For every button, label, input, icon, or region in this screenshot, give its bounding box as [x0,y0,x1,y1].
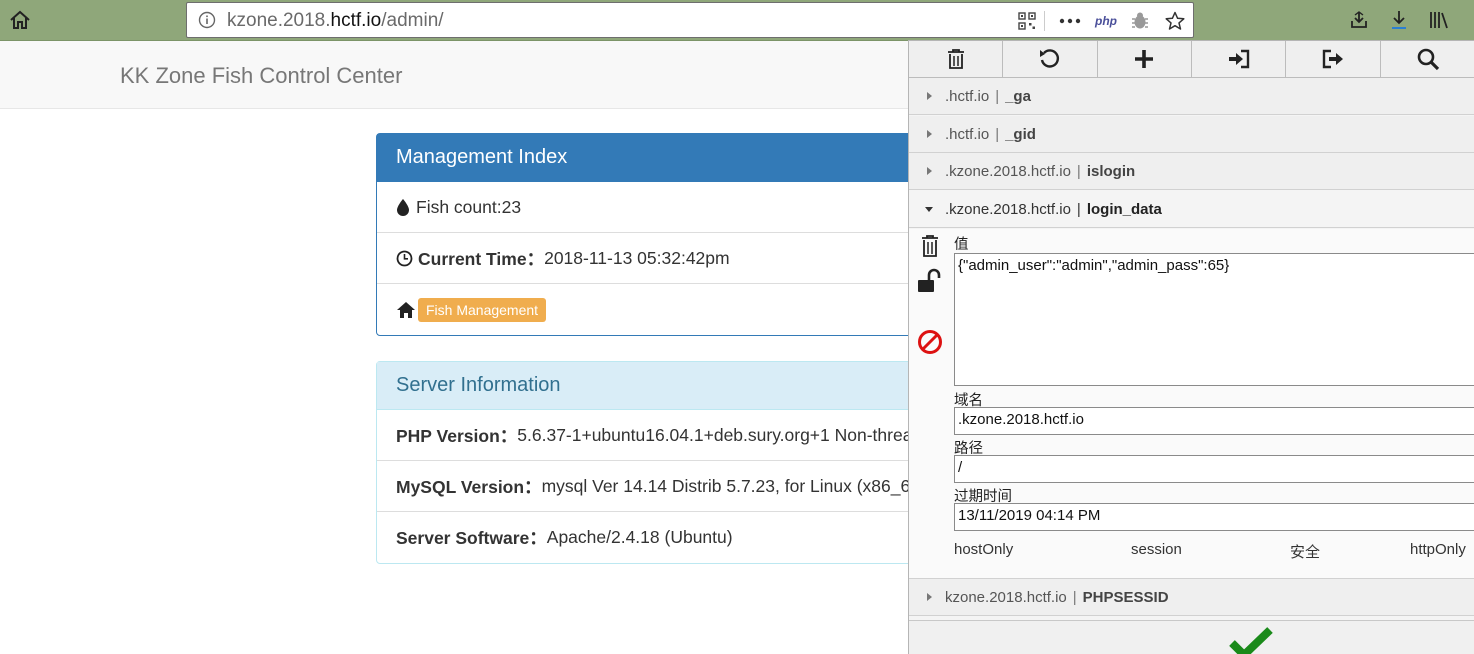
server-software-row: Server Software： Apache/2.4.18 (Ubuntu) [377,512,975,563]
save-button[interactable] [1229,626,1273,654]
cookie-name: _gid [1005,125,1036,143]
download-icon[interactable] [1386,8,1412,32]
more-icon[interactable] [1058,10,1082,32]
add-cookie-button[interactable] [1098,41,1193,77]
cookie-separator: | [995,87,1000,105]
cookie-item[interactable]: .kzone.2018.hctf.io | islogin [909,153,1474,190]
fish-management-row: Fish Management [377,284,975,335]
site-brand[interactable]: KK Zone Fish Control Center [120,63,402,89]
mysql-version-value: mysql Ver 14.14 Distrib 5.7.23, for Linu… [541,475,920,496]
search-button[interactable] [1381,41,1474,77]
clock-icon [396,250,413,267]
caret-right-icon [927,593,932,601]
cookie-editor-toolbar [909,41,1474,78]
plus-icon [1134,49,1154,69]
php-version-row: PHP Version： 5.6.37-1+ubuntu16.04.1+deb.… [377,410,975,461]
cookie-detail: 值 {"admin_user":"admin","admin_pass":65}… [909,229,1474,579]
cookie-item[interactable]: .hctf.io | _gid [909,116,1474,153]
screen: kzone.2018.hctf.io/admin/ php KK Zone Fi… [0,0,1474,654]
caret-right-icon [927,130,932,138]
star-icon[interactable] [1163,10,1187,32]
unlock-icon[interactable] [917,267,943,295]
reset-button[interactable] [1003,41,1098,77]
cookie-item[interactable]: .hctf.io | _ga [909,78,1474,115]
current-time-row: Current Time： 2018-11-13 05:32:42pm [377,233,975,284]
import-button[interactable] [1192,41,1287,77]
library-icon[interactable] [1426,8,1452,32]
search-icon [1416,47,1440,71]
cookie-separator: | [1076,200,1081,218]
httponly-checkbox[interactable]: httpOnly [1410,541,1466,558]
url-path: /admin/ [381,10,444,31]
block-icon[interactable] [917,328,943,356]
server-info-panel: Server Information PHP Version： 5.6.37-1… [376,361,976,564]
cookie-domain: .kzone.2018.hctf.io [945,162,1071,180]
php-version-label: PHP Version： [396,425,518,446]
house-icon [396,301,416,319]
fish-count: Fish count:23 [416,196,522,217]
address-bar[interactable]: kzone.2018.hctf.io/admin/ php [186,2,1194,38]
info-icon[interactable] [198,11,216,29]
value-label: 值 [954,237,969,253]
export-icon [1321,49,1345,69]
delete-all-button[interactable] [909,41,1004,77]
cookie-name: islogin [1086,162,1136,180]
server-software-label: Server Software： [396,528,547,548]
cookie-editor-footer [909,620,1474,654]
cookie-name: PHPSESSID [1082,588,1169,606]
cookie-name: login_data [1086,200,1162,218]
value-textarea[interactable]: {"admin_user":"admin","admin_pass":65} [954,253,1474,386]
cookie-editor-popup: .hctf.io | _ga .hctf.io | _gid .kzone.2018.h… [908,40,1474,654]
php-version-value: 5.6.37-1+ubuntu16.04.1+deb.sury.org+1 No… [517,424,923,445]
export-button[interactable] [1286,41,1381,77]
cookie-item-expanded[interactable]: .kzone.2018.hctf.io | login_data [909,191,1474,228]
server-software-value: Apache/2.4.18 (Ubuntu) [546,527,733,547]
cookie-separator: | [1076,162,1081,180]
caret-down-icon [925,207,933,212]
domain-input[interactable]: .kzone.2018.hctf.io [954,407,1474,435]
cookie-item[interactable]: kzone.2018.hctf.io | PHPSESSID [909,579,1474,616]
management-panel-title: Management Index [377,134,975,182]
cookie-domain: kzone.2018.hctf.io [945,588,1067,606]
undo-icon [1038,48,1062,70]
trash-icon [946,48,966,70]
url-separator [1044,11,1045,31]
url-text[interactable]: kzone.2018.hctf.io/admin/ [227,10,444,32]
cookie-domain: .hctf.io [945,87,990,105]
bug-icon[interactable] [1128,10,1152,32]
cookie-name: _ga [1005,87,1031,105]
home-icon[interactable] [6,6,34,34]
hostonly-checkbox[interactable]: hostOnly [954,541,1013,558]
caret-right-icon [927,167,932,175]
management-panel: Management Index Fish count:23 Current T… [376,133,976,336]
mysql-version-row: MySQL Version： mysql Ver 14.14 Distrib 5… [377,461,975,512]
fish-count-row: Fish count:23 [377,182,975,233]
current-time-value: 2018-11-13 05:32:42pm [544,247,730,268]
cookie-domain: .hctf.io [945,125,990,143]
delete-cookie-icon[interactable] [917,232,943,260]
expires-input[interactable]: 13/11/2019 04:14 PM [954,503,1474,531]
browser-toolbar: kzone.2018.hctf.io/admin/ php [0,0,1474,41]
download-up-icon[interactable] [1346,8,1372,32]
import-icon [1227,49,1251,69]
server-info-title: Server Information [377,362,975,410]
caret-right-icon [927,92,932,100]
url-domain: hctf.io [330,10,382,31]
droplet-icon [396,198,410,216]
url-prefix: kzone.2018. [227,10,331,31]
session-checkbox[interactable]: session [1131,541,1182,558]
secure-checkbox[interactable]: 安全 [1290,541,1320,562]
cookie-domain: .kzone.2018.hctf.io [945,200,1071,218]
php-icon[interactable]: php [1093,10,1119,32]
qr-code-icon[interactable] [1016,10,1038,32]
current-time-label: Current Time： [418,248,545,269]
fish-management-button[interactable]: Fish Management [418,297,547,322]
path-input[interactable]: / [954,455,1474,483]
mysql-version-label: MySQL Version： [396,476,542,497]
cookie-separator: | [995,125,1000,143]
cookie-separator: | [1072,588,1077,606]
